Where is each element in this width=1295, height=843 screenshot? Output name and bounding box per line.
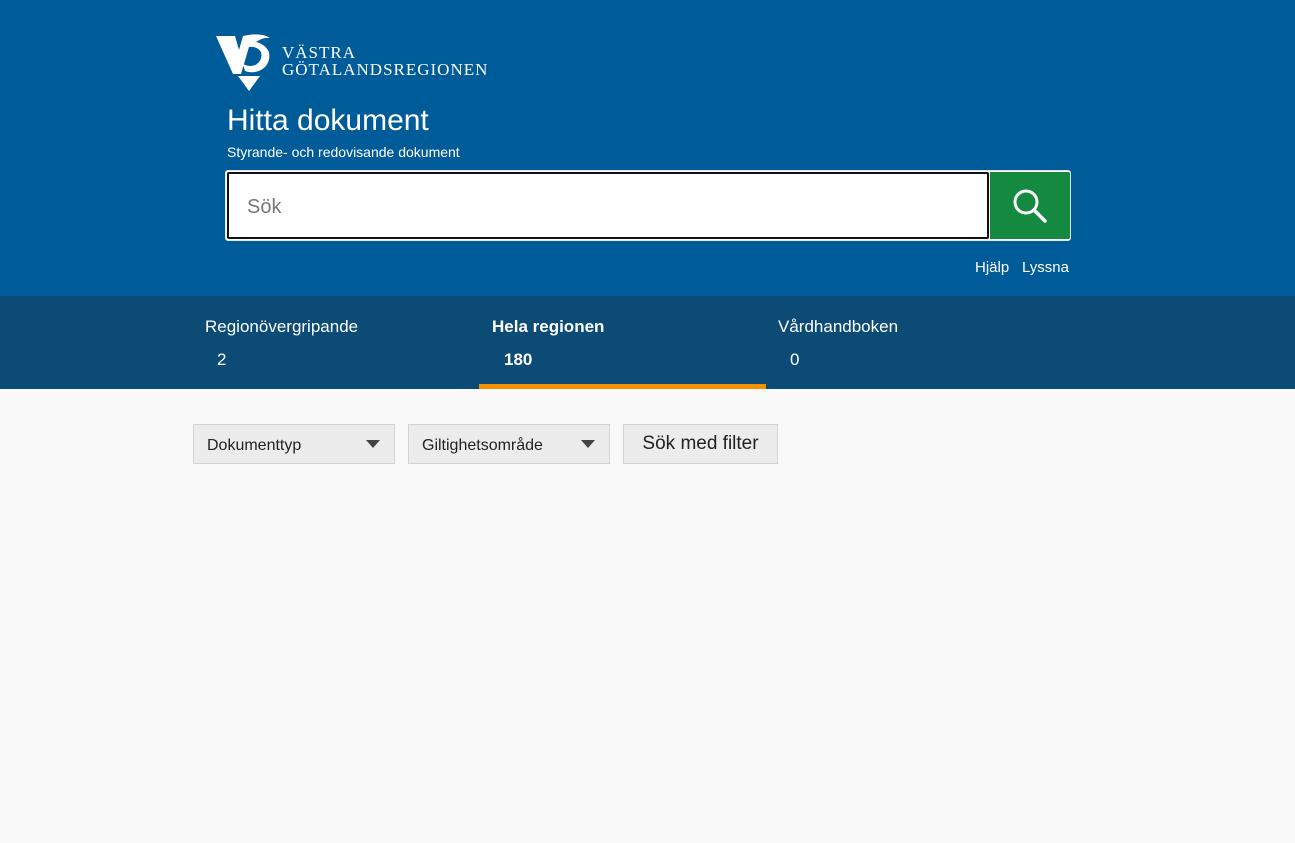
chevron-down-icon (581, 440, 595, 448)
page-subtitle: Styrande- och redovisande dokument (227, 144, 460, 160)
document-type-select[interactable]: Dokumenttyp (193, 424, 395, 464)
search-icon (1013, 189, 1047, 223)
search-button[interactable] (990, 172, 1070, 239)
search-box (225, 170, 1071, 241)
page-title: Hitta dokument (227, 104, 429, 137)
vgr-logo-icon (216, 34, 270, 91)
chevron-down-icon (366, 440, 380, 448)
tab-vardhandboken[interactable]: Vårdhandboken 0 (765, 296, 1051, 389)
listen-link[interactable]: Lyssna (1022, 259, 1069, 276)
search-with-filter-button[interactable]: Sök med filter (623, 424, 778, 464)
tab-label: Vårdhandboken (778, 317, 899, 336)
search-input-wrapper (227, 172, 989, 239)
active-tab-indicator (479, 384, 766, 389)
tab-count: 180 (504, 350, 533, 369)
tab-label: Hela regionen (492, 317, 605, 336)
tab-count: 0 (790, 350, 800, 369)
tab-label: Regionövergripande (205, 317, 359, 336)
tab-bar: Regionövergripande 2 Hela regionen 180 V… (0, 296, 1295, 389)
tab-hela-regionen[interactable]: Hela regionen 180 (479, 296, 766, 389)
document-type-label: Dokumenttyp (207, 437, 302, 454)
help-link[interactable]: Hjälp (975, 259, 1009, 276)
tab-count: 2 (217, 350, 227, 369)
site-header: VÄSTRA GÖTALANDSREGIONEN Hitta dokument … (0, 0, 1295, 296)
search-input[interactable] (247, 193, 967, 221)
tab-regionovergripande[interactable]: Regionövergripande 2 (192, 296, 478, 389)
logo-text-line2: GÖTALANDSREGIONEN (282, 60, 489, 79)
validity-area-select[interactable]: Giltighetsområde (408, 424, 610, 464)
vgr-logo[interactable]: VÄSTRA GÖTALANDSREGIONEN (215, 34, 505, 92)
validity-area-label: Giltighetsområde (422, 437, 543, 454)
